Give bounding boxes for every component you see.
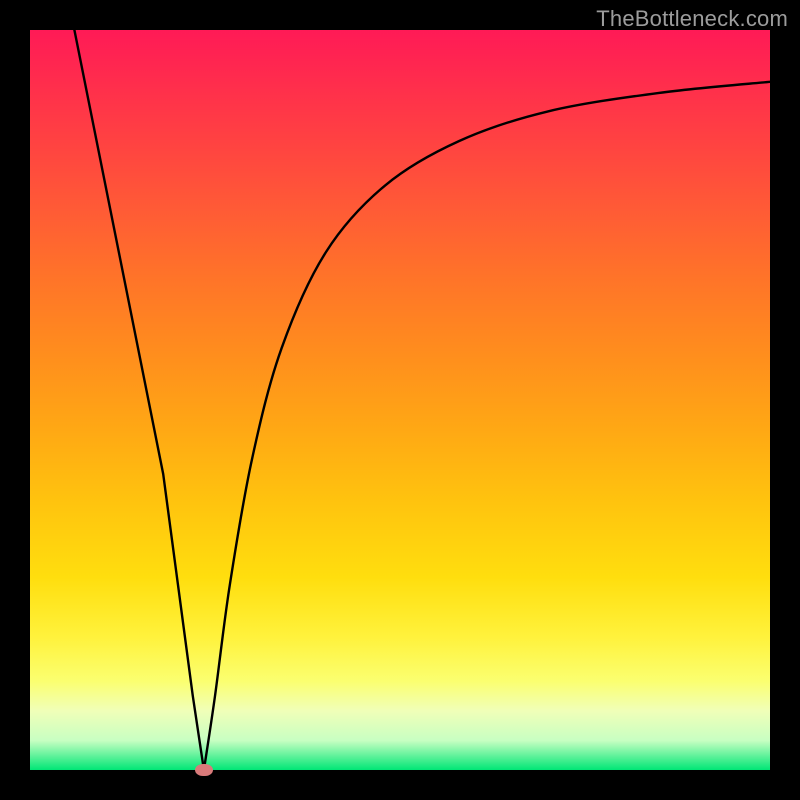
bottleneck-curve (30, 30, 770, 770)
chart-canvas: TheBottleneck.com (0, 0, 800, 800)
curve-path (74, 30, 770, 770)
watermark-text: TheBottleneck.com (596, 6, 788, 32)
plot-area (30, 30, 770, 770)
minimum-marker (195, 764, 213, 776)
